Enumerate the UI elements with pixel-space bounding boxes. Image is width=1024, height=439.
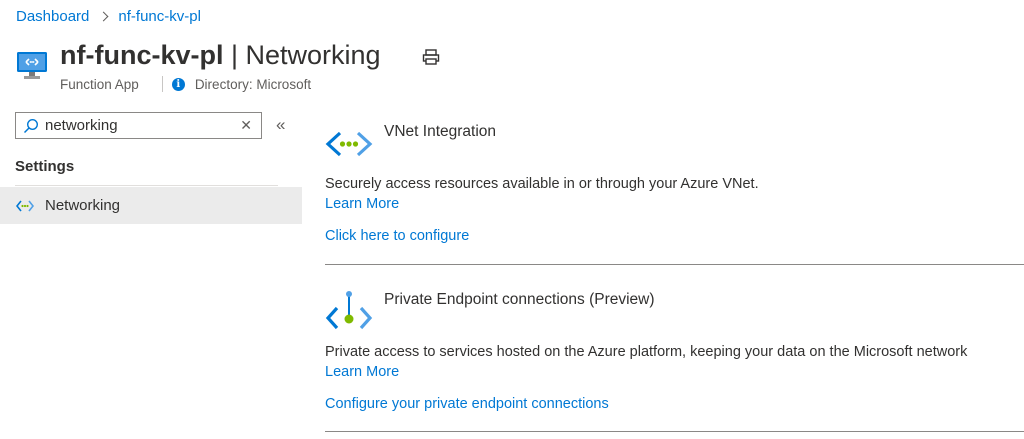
private-endpoint-configure-link[interactable]: Configure your private endpoint connecti… [325,396,609,412]
divider [325,264,1024,265]
print-icon[interactable] [422,48,440,66]
resource-type: Function App [60,76,139,92]
page-name: | Networking [231,40,381,70]
divider [15,185,278,186]
breadcrumb-resource[interactable]: nf-func-kv-pl [118,8,201,25]
sidebar-section-title: Settings [15,158,75,175]
page-title: nf-func-kv-pl | Networking [60,40,381,71]
search-box: ✕ [15,112,262,139]
vnet-icon [325,131,373,157]
vnet-title: VNet Integration [384,123,497,140]
breadcrumb-dashboard[interactable]: Dashboard [16,8,89,25]
sidebar-item-networking[interactable]: Networking [0,187,302,224]
divider [325,431,1024,432]
vnet-description: Securely access resources available in o… [325,176,759,192]
directory-label: Directory: Microsoft [194,76,312,92]
resource-name: nf-func-kv-pl [60,40,224,70]
vnet-configure-link[interactable]: Click here to configure [325,228,469,244]
page-header: nf-func-kv-pl | Networking Function App … [16,40,636,96]
private-endpoint-learn-more-link[interactable]: Learn More [325,364,399,380]
close-icon[interactable]: ✕ [240,117,252,134]
breadcrumb: Dashboard nf-func-kv-pl [16,8,201,25]
vnet-learn-more-link[interactable]: Learn More [325,196,399,212]
collapse-sidebar-icon[interactable]: « [276,115,285,135]
search-input[interactable] [45,117,235,134]
private-endpoint-icon [325,291,373,330]
sidebar-item-label: Networking [45,197,121,214]
private-endpoint-description: Private access to services hosted on the… [325,344,968,360]
resource-subtitle: Function App i Directory: Microsoft [60,76,311,92]
info-icon: i [171,77,185,91]
divider [161,76,163,92]
function-app-icon [17,52,47,79]
private-endpoint-title: Private Endpoint connections (Preview) [384,291,655,308]
networking-icon [16,200,34,211]
chevron-right-icon [98,11,109,22]
search-icon [23,118,39,133]
